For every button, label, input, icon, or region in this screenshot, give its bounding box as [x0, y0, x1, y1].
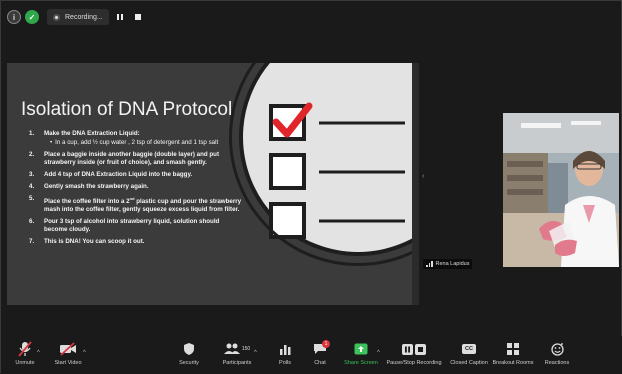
breakout-rooms-icon	[507, 340, 519, 358]
bar-chart-icon	[279, 340, 291, 358]
pause-stop-recording-button[interactable]: Pause/Stop Recording	[386, 340, 442, 366]
share-options-chevron-icon[interactable]: ^	[377, 350, 380, 356]
recording-label: Recording...	[65, 13, 103, 21]
slide-title: Isolation of DNA Protocol	[21, 99, 233, 120]
list-item: 5. Place the coffee filter into a 2nd pl…	[29, 195, 242, 214]
chat-unread-badge: 1	[322, 340, 330, 348]
smiley-icon	[550, 340, 564, 358]
audio-options-chevron-icon[interactable]: ^	[37, 350, 40, 356]
list-item: 4. Gently smash the strawberry again.	[29, 183, 149, 190]
top-status-bar: i ✓ Recording...	[7, 8, 145, 26]
microphone-muted-icon	[18, 340, 32, 358]
stop-icon	[415, 343, 426, 355]
list-item: 6. Pour 3 tsp of alcohol into strawberry…	[29, 218, 220, 234]
pause-recording-icon[interactable]	[113, 10, 127, 24]
protocol-steps: 1. Make the DNA Extraction Liquid: • In …	[29, 130, 244, 250]
list-item: 2. Place a baggie inside another baggie …	[29, 151, 220, 166]
list-item: 7. This is DNA! You can scoop it out.	[29, 238, 145, 246]
list-subitem: • In a cup, add ½ cup water , 2 tsp of d…	[50, 139, 219, 146]
participants-options-chevron-icon[interactable]: ^	[254, 350, 257, 356]
slide-edge	[412, 63, 419, 305]
chat-button[interactable]: 1 Chat	[311, 340, 330, 366]
polls-button[interactable]: Polls	[277, 340, 293, 366]
unmute-button[interactable]: Unmute	[11, 340, 39, 366]
recording-indicator: Recording...	[47, 9, 109, 25]
closed-caption-button[interactable]: CC Closed Caption	[449, 340, 489, 366]
shield-icon	[183, 340, 195, 358]
participants-count: 150	[241, 346, 251, 352]
shared-screen-slide: Isolation of DNA Protocol 1. Make the DN…	[7, 63, 419, 305]
breakout-rooms-button[interactable]: Breakout Rooms	[493, 340, 533, 366]
security-button[interactable]: Security	[177, 340, 201, 366]
signal-bars-icon	[426, 261, 433, 267]
pause-icon	[402, 343, 413, 355]
info-icon[interactable]: i	[7, 10, 21, 24]
recording-dot-icon	[53, 13, 60, 21]
share-screen-icon	[354, 340, 368, 358]
share-screen-button[interactable]: Share Screen	[343, 340, 379, 366]
chat-bubble-icon: 1	[313, 340, 330, 358]
start-video-button[interactable]: Start Video	[51, 340, 85, 366]
panel-toggle-icon[interactable]: ‹	[422, 173, 424, 180]
meeting-toolbar: Unmute ^ Start Video ^ Security 150 Part…	[1, 336, 622, 374]
list-item: 1. Make the DNA Extraction Liquid:	[29, 130, 140, 137]
reactions-button[interactable]: Reactions	[544, 340, 570, 366]
participant-video-tile[interactable]	[503, 113, 619, 267]
encryption-shield-icon[interactable]: ✓	[25, 10, 39, 24]
stop-recording-icon[interactable]	[131, 10, 145, 24]
zoom-meeting-window: i ✓ Recording... Isolation of DNA Protoc…	[0, 0, 622, 374]
participants-icon	[223, 343, 240, 354]
participant-name-tag: Rena Lapidus	[423, 259, 473, 269]
participants-button[interactable]: 150 Participants	[220, 340, 254, 366]
closed-caption-icon: CC	[462, 340, 476, 358]
video-off-icon	[59, 340, 77, 358]
video-options-chevron-icon[interactable]: ^	[83, 350, 86, 356]
list-item: 3. Add 4 tsp of DNA Extraction Liquid in…	[29, 171, 193, 178]
